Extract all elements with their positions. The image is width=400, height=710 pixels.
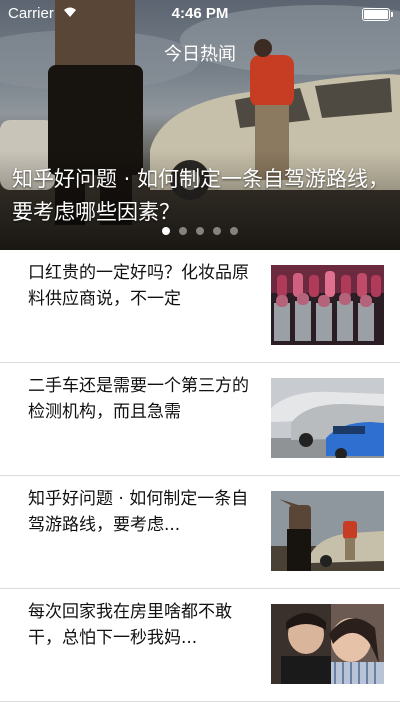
page-dot[interactable] xyxy=(179,227,187,235)
banner-title[interactable]: 知乎好问题 · 如何制定一条自驾游路线，要考虑哪些因素？ xyxy=(12,163,392,229)
news-item[interactable]: 每次回家我在房里啥都不敢干，总怕下一秒我妈... xyxy=(0,589,400,702)
news-thumbnail xyxy=(271,604,384,684)
news-item[interactable]: 知乎好问题 · 如何制定一条自驾游路线，要考虑... xyxy=(0,476,400,589)
news-title: 口红贵的一定好吗？化妆品原料供应商说，不一定 xyxy=(28,263,249,309)
news-list: 口红贵的一定好吗？化妆品原料供应商说，不一定 二手车还是需要一个第三方的检测机构… xyxy=(0,250,400,702)
status-bar: Carrier 4:46 PM xyxy=(0,0,400,28)
news-title: 每次回家我在房里啥都不敢干，总怕下一秒我妈... xyxy=(28,602,232,648)
news-item[interactable]: 口红贵的一定好吗？化妆品原料供应商说，不一定 xyxy=(0,250,400,363)
news-item[interactable]: 二手车还是需要一个第三方的检测机构，而且急需 xyxy=(0,363,400,476)
page-dot[interactable] xyxy=(213,227,221,235)
news-thumbnail xyxy=(271,378,384,458)
news-thumbnail xyxy=(271,491,384,571)
status-time: 4:46 PM xyxy=(171,5,229,22)
news-title: 知乎好问题 · 如何制定一条自驾游路线，要考虑... xyxy=(28,489,249,535)
banner-page-indicator[interactable] xyxy=(0,227,400,235)
page-dot[interactable] xyxy=(162,227,170,235)
page-title: 今日热闻 xyxy=(164,44,236,65)
battery-icon xyxy=(362,8,393,21)
couple-photo xyxy=(271,604,384,684)
page-dot[interactable] xyxy=(196,227,204,235)
page-dot[interactable] xyxy=(230,227,238,235)
top-story-banner[interactable]: Carrier 4:46 PM 今日热闻 知乎好问题 · 如何制定一条自驾游路线… xyxy=(0,0,400,250)
used-cars-photo xyxy=(271,378,384,458)
news-thumbnail xyxy=(271,265,384,345)
news-title: 二手车还是需要一个第三方的检测机构，而且急需 xyxy=(28,376,249,422)
lipstick-photo xyxy=(271,265,384,345)
road-trip-photo xyxy=(271,491,384,571)
